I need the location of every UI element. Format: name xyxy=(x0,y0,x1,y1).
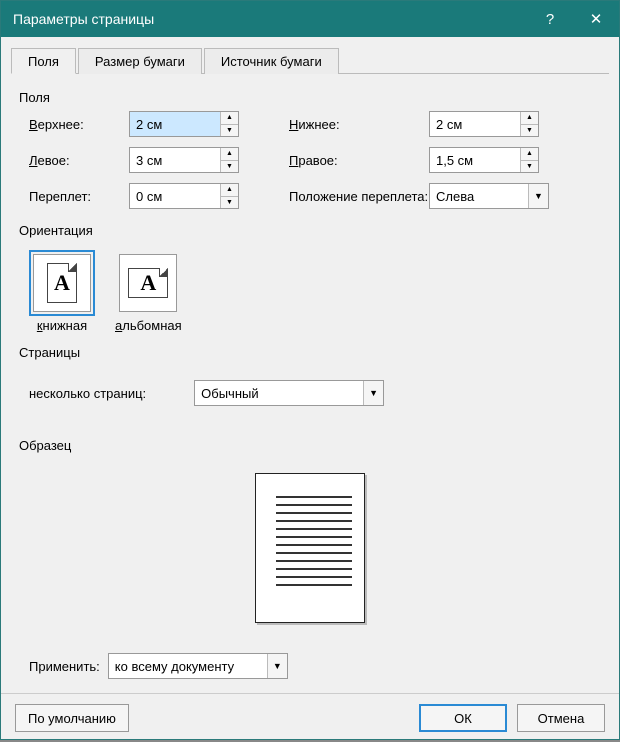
margins-grid: Верхнее: ▲▼ Нижнее: ▲▼ Левое: ▲▼ Правое:… xyxy=(19,111,601,217)
margin-top-input[interactable] xyxy=(130,112,220,136)
spinner-up-icon[interactable]: ▲ xyxy=(221,112,238,125)
spinner-up-icon[interactable]: ▲ xyxy=(521,148,538,161)
gutter-position-value: Слева xyxy=(430,189,528,204)
margin-left-label: Левое: xyxy=(29,153,129,168)
chevron-down-icon[interactable]: ▼ xyxy=(363,381,383,405)
margin-left-spinner[interactable]: ▲▼ xyxy=(129,147,239,173)
portrait-icon: A xyxy=(33,254,91,312)
orientation-portrait-label: книжная xyxy=(33,318,91,333)
preview-page-icon xyxy=(255,473,365,623)
margin-top-label: Верхнее: xyxy=(29,117,129,132)
spinner-down-icon[interactable]: ▼ xyxy=(221,125,238,137)
orientation-group-label: Ориентация xyxy=(19,223,601,238)
tab-paper-size[interactable]: Размер бумаги xyxy=(78,48,202,74)
dialog-footer: По умолчанию ОК Отмена xyxy=(1,693,619,742)
orientation-group: A книжная A альбомная xyxy=(19,244,601,339)
multiple-pages-label: несколько страниц: xyxy=(29,386,146,401)
set-default-button[interactable]: По умолчанию xyxy=(15,704,129,732)
apply-to-value: ко всему документу xyxy=(109,659,267,674)
gutter-position-label: Положение переплета: xyxy=(289,189,429,204)
cancel-button[interactable]: Отмена xyxy=(517,704,605,732)
margin-bottom-spinner[interactable]: ▲▼ xyxy=(429,111,539,137)
apply-to-combo[interactable]: ко всему документу ▼ xyxy=(108,653,288,679)
gutter-label: Переплет: xyxy=(29,189,129,204)
spinner-buttons[interactable]: ▲▼ xyxy=(220,184,238,208)
pages-row: несколько страниц: Обычный ▼ xyxy=(19,366,601,412)
gutter-spinner[interactable]: ▲▼ xyxy=(129,183,239,209)
spinner-buttons[interactable]: ▲▼ xyxy=(520,148,538,172)
landscape-icon: A xyxy=(119,254,177,312)
spinner-down-icon[interactable]: ▼ xyxy=(521,161,538,173)
spinner-up-icon[interactable]: ▲ xyxy=(521,112,538,125)
spinner-down-icon[interactable]: ▼ xyxy=(221,197,238,209)
pages-group-label: Страницы xyxy=(19,345,601,360)
tab-margins[interactable]: Поля xyxy=(11,48,76,74)
margin-left-input[interactable] xyxy=(130,148,220,172)
multiple-pages-combo[interactable]: Обычный ▼ xyxy=(194,380,384,406)
spinner-buttons[interactable]: ▲▼ xyxy=(520,112,538,136)
margin-right-label: Правое: xyxy=(289,153,429,168)
margin-right-spinner[interactable]: ▲▼ xyxy=(429,147,539,173)
margin-bottom-input[interactable] xyxy=(430,112,520,136)
margin-right-input[interactable] xyxy=(430,148,520,172)
orientation-landscape[interactable]: A альбомная xyxy=(115,254,182,333)
apply-to-label: Применить: xyxy=(29,659,100,674)
window-title: Параметры страницы xyxy=(13,11,527,27)
chevron-down-icon[interactable]: ▼ xyxy=(267,654,287,678)
chevron-down-icon[interactable]: ▼ xyxy=(528,184,548,208)
gutter-input[interactable] xyxy=(130,184,220,208)
tab-paper-source[interactable]: Источник бумаги xyxy=(204,48,339,74)
spinner-buttons[interactable]: ▲▼ xyxy=(220,148,238,172)
orientation-portrait[interactable]: A книжная xyxy=(33,254,91,333)
spinner-down-icon[interactable]: ▼ xyxy=(521,125,538,137)
spinner-down-icon[interactable]: ▼ xyxy=(221,161,238,173)
gutter-position-combo[interactable]: Слева ▼ xyxy=(429,183,549,209)
help-icon[interactable]: ? xyxy=(527,1,573,37)
ok-button[interactable]: ОК xyxy=(419,704,507,732)
page-setup-dialog: Параметры страницы ? ✕ Поля Размер бумаг… xyxy=(0,0,620,740)
tab-panel-margins: Поля Верхнее: ▲▼ Нижнее: ▲▼ Левое: ▲▼ Пр… xyxy=(1,74,619,693)
titlebar: Параметры страницы ? ✕ xyxy=(1,1,619,37)
spinner-buttons[interactable]: ▲▼ xyxy=(220,112,238,136)
spinner-up-icon[interactable]: ▲ xyxy=(221,184,238,197)
orientation-landscape-label: альбомная xyxy=(115,318,182,333)
margin-top-spinner[interactable]: ▲▼ xyxy=(129,111,239,137)
margins-group-label: Поля xyxy=(19,90,601,105)
multiple-pages-value: Обычный xyxy=(195,386,363,401)
tab-strip: Поля Размер бумаги Источник бумаги xyxy=(11,47,609,74)
preview-area xyxy=(19,459,601,627)
spinner-up-icon[interactable]: ▲ xyxy=(221,148,238,161)
margin-bottom-label: Нижнее: xyxy=(289,117,429,132)
apply-row: Применить: ко всему документу ▼ xyxy=(19,627,601,685)
preview-group-label: Образец xyxy=(19,438,601,453)
close-icon[interactable]: ✕ xyxy=(573,1,619,37)
